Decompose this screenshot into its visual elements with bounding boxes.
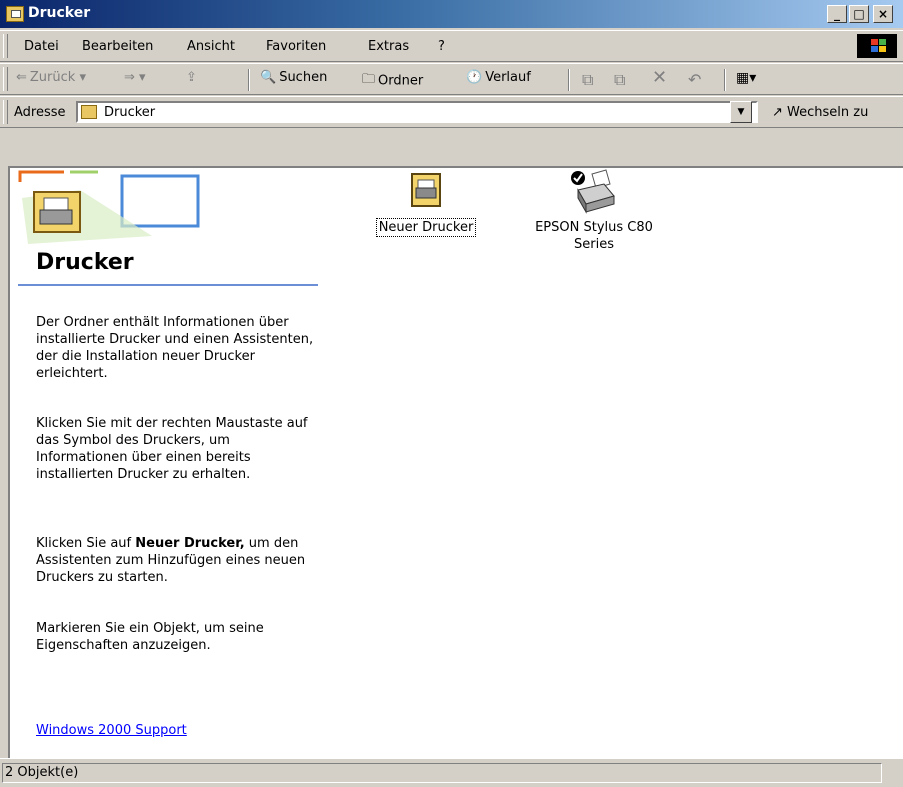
history-icon: 🕐 (466, 70, 483, 85)
folder-up-icon: ⇪ (186, 70, 197, 85)
webview-panel: Drucker Der Ordner enthält Informationen… (10, 168, 320, 758)
menu-extras[interactable]: Extras (368, 39, 409, 54)
copy-to-button[interactable]: ⧉ (614, 70, 625, 90)
panel-title: Drucker (36, 250, 134, 275)
menu-ansicht[interactable]: Ansicht (187, 39, 235, 54)
delete-x-icon: ✕ (652, 67, 668, 88)
add-printer-item[interactable]: Neuer Drucker (356, 170, 496, 237)
printer-default-icon (571, 169, 615, 214)
info-paragraph-1: Der Ordner enthält Informationen über in… (36, 315, 314, 381)
printers-folder-icon (6, 6, 24, 22)
panel-divider (18, 284, 318, 286)
delete-button[interactable]: ✕ (652, 67, 668, 88)
printers-folder-icon (81, 105, 97, 119)
toolbar-grip[interactable] (3, 67, 8, 91)
standard-toolbar: ⇐ Zurück ▾ ⇒ ▾ ⇪ 🔍 Suchen 🗀 Ordner 🕐 Verlauf… (0, 63, 903, 95)
go-arrow-icon: ↗ (772, 105, 783, 120)
back-button[interactable]: ⇐ Zurück ▾ (16, 70, 86, 90)
menu-bar: Datei Bearbeiten Ansicht Favoriten Extra… (0, 30, 903, 62)
status-object-count: 2 Objekt(e) (2, 763, 882, 783)
epson-printer-label: EPSON Stylus C80 Series (535, 220, 653, 252)
search-button[interactable]: 🔍 Suchen (260, 70, 327, 90)
windows-2000-support-link[interactable]: Windows 2000 Support (36, 723, 187, 738)
views-button[interactable]: ▦▾ (736, 70, 756, 90)
minimize-button[interactable]: _ (827, 5, 847, 23)
menu-help[interactable]: ? (438, 39, 445, 54)
toolbar-separator (568, 69, 570, 91)
windows-logo-icon (857, 34, 897, 58)
move-to-button[interactable]: ⧉ (582, 70, 593, 90)
info-paragraph-2: Klicken Sie mit der rechten Maustaste au… (36, 416, 308, 482)
address-value: Drucker (104, 105, 156, 120)
address-input[interactable]: Drucker (76, 101, 758, 123)
info-paragraph-3: Klicken Sie auf Neuer Drucker, um den As… (36, 536, 306, 585)
address-label: Adresse (14, 105, 66, 120)
title-bar[interactable]: Drucker _ □ × (0, 0, 903, 28)
window-title: Drucker (28, 5, 91, 21)
back-arrow-icon: ⇐ (16, 70, 27, 85)
explorer-window: Drucker _ □ × Datei Bearbeiten Ansicht F… (0, 0, 903, 787)
undo-icon: ↶ (688, 70, 702, 89)
add-printer-icon (411, 173, 441, 207)
up-button[interactable]: ⇪ (186, 70, 197, 90)
folders-button[interactable]: 🗀 Ordner (362, 70, 423, 90)
status-bar: 2 Objekt(e) (0, 758, 903, 787)
addressbar-grip[interactable] (3, 100, 8, 124)
menubar-grip[interactable] (3, 34, 8, 58)
menu-datei[interactable]: Datei (24, 39, 59, 54)
folder-content: Drucker Der Ordner enthält Informationen… (8, 166, 903, 758)
folder-banner-graphic (18, 170, 200, 244)
menu-favoriten[interactable]: Favoriten (266, 39, 326, 54)
toolbar-separator (724, 69, 726, 91)
copy-to-icon: ⧉ (614, 70, 626, 89)
views-icon: ▦ (736, 70, 750, 86)
move-to-icon: ⧉ (582, 70, 594, 89)
search-icon: 🔍 (260, 70, 277, 85)
address-dropdown-button[interactable]: ▼ (730, 101, 752, 123)
toolbar-separator (248, 69, 250, 91)
address-bar: Adresse Drucker ▼ ↗ Wechseln zu (0, 96, 903, 128)
history-button[interactable]: 🕐 Verlauf (466, 70, 531, 90)
forward-button[interactable]: ⇒ ▾ (124, 70, 146, 90)
menu-bearbeiten[interactable]: Bearbeiten (82, 39, 153, 54)
epson-printer-item[interactable]: EPSON Stylus C80 Series (524, 168, 664, 253)
undo-button[interactable]: ↶ (688, 70, 701, 90)
add-printer-label: Neuer Drucker (375, 218, 477, 237)
go-button[interactable]: ↗ Wechseln zu (772, 105, 868, 120)
forward-arrow-icon: ⇒ (124, 70, 135, 85)
maximize-button[interactable]: □ (849, 5, 869, 23)
folders-icon: 🗀 (362, 72, 376, 87)
close-button[interactable]: × (873, 5, 893, 23)
info-paragraph-4: Markieren Sie ein Objekt, um seine Eigen… (36, 621, 264, 653)
